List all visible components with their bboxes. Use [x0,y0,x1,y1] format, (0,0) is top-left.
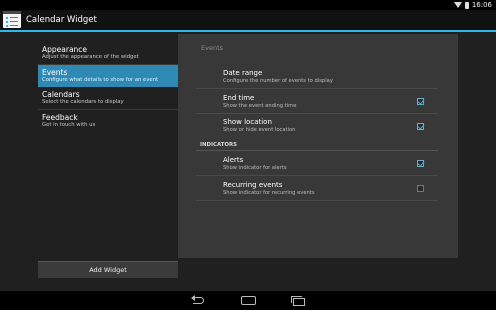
wifi-icon [453,2,462,8]
category-header: INDICATORS [200,142,237,148]
sidebar-item-label: Appearance [42,45,88,54]
pref-summary: Show or hide event location [223,127,296,133]
pref-summary: Show indicator for recurring events [223,190,315,196]
main-content: Appearance Adjust the appearance of the … [0,32,496,291]
pref-date-range[interactable]: Date range Configure the number of event… [223,69,433,85]
sidebar-item-description: Configure what details to show for an ev… [42,77,159,83]
navigation-bar [0,291,496,310]
divider [196,113,438,114]
sidebar-item-feedback[interactable]: Feedback Get in touch with us [38,110,178,132]
pref-title: Date range [223,69,263,77]
pref-show-location[interactable]: Show location Show or hide event locatio… [223,118,433,134]
sidebar-item-calendars[interactable]: Calendars Select the calendars to displa… [38,87,178,110]
sidebar-item-label: Calendars [42,90,80,99]
recurring-events-checkbox[interactable] [417,185,424,192]
sidebar-item-label: Feedback [42,113,78,122]
pref-alerts[interactable]: Alerts Show indicator for alerts [223,156,433,172]
pref-title: Recurring events [223,181,283,189]
sidebar-item-description: Adjust the appearance of the widget [42,54,139,60]
sidebar: Appearance Adjust the appearance of the … [38,42,178,286]
home-icon[interactable] [240,295,256,306]
action-bar: Calendar Widget [0,10,496,32]
sidebar-item-description: Select the calendars to display [42,99,124,105]
end-time-checkbox[interactable] [417,98,424,105]
calendar-app-icon[interactable] [3,11,21,28]
status-icons: 16:06 [453,1,492,9]
panel-header: Events [201,44,224,52]
back-icon[interactable] [190,295,206,306]
add-widget-button[interactable]: Add Widget [38,261,178,278]
show-location-checkbox[interactable] [417,123,424,130]
sidebar-item-label: Events [42,68,68,77]
status-bar: 16:06 [0,0,496,10]
pref-summary: Show the event ending time [223,103,297,109]
pref-title: Show location [223,118,272,126]
category-divider [196,150,438,151]
pref-summary: Show indicator for alerts [223,165,287,171]
sidebar-item-description: Get in touch with us [42,122,96,128]
divider [196,88,438,89]
pref-end-time[interactable]: End time Show the event ending time [223,94,433,110]
recent-apps-icon[interactable] [290,295,306,306]
preferences-panel: Events Date range Configure the number o… [178,34,458,258]
sidebar-item-events[interactable]: Events Configure what details to show fo… [38,65,178,87]
app-title: Calendar Widget [26,15,97,25]
sidebar-item-appearance[interactable]: Appearance Adjust the appearance of the … [38,42,178,65]
pref-recurring-events[interactable]: Recurring events Show indicator for recu… [223,181,433,197]
pref-title: End time [223,94,255,102]
divider [196,200,438,201]
pref-summary: Configure the number of events to displa… [223,78,333,84]
divider [196,175,438,176]
pref-title: Alerts [223,156,244,164]
clock: 16:06 [471,1,492,9]
alerts-checkbox[interactable] [417,160,424,167]
battery-icon [464,1,469,9]
